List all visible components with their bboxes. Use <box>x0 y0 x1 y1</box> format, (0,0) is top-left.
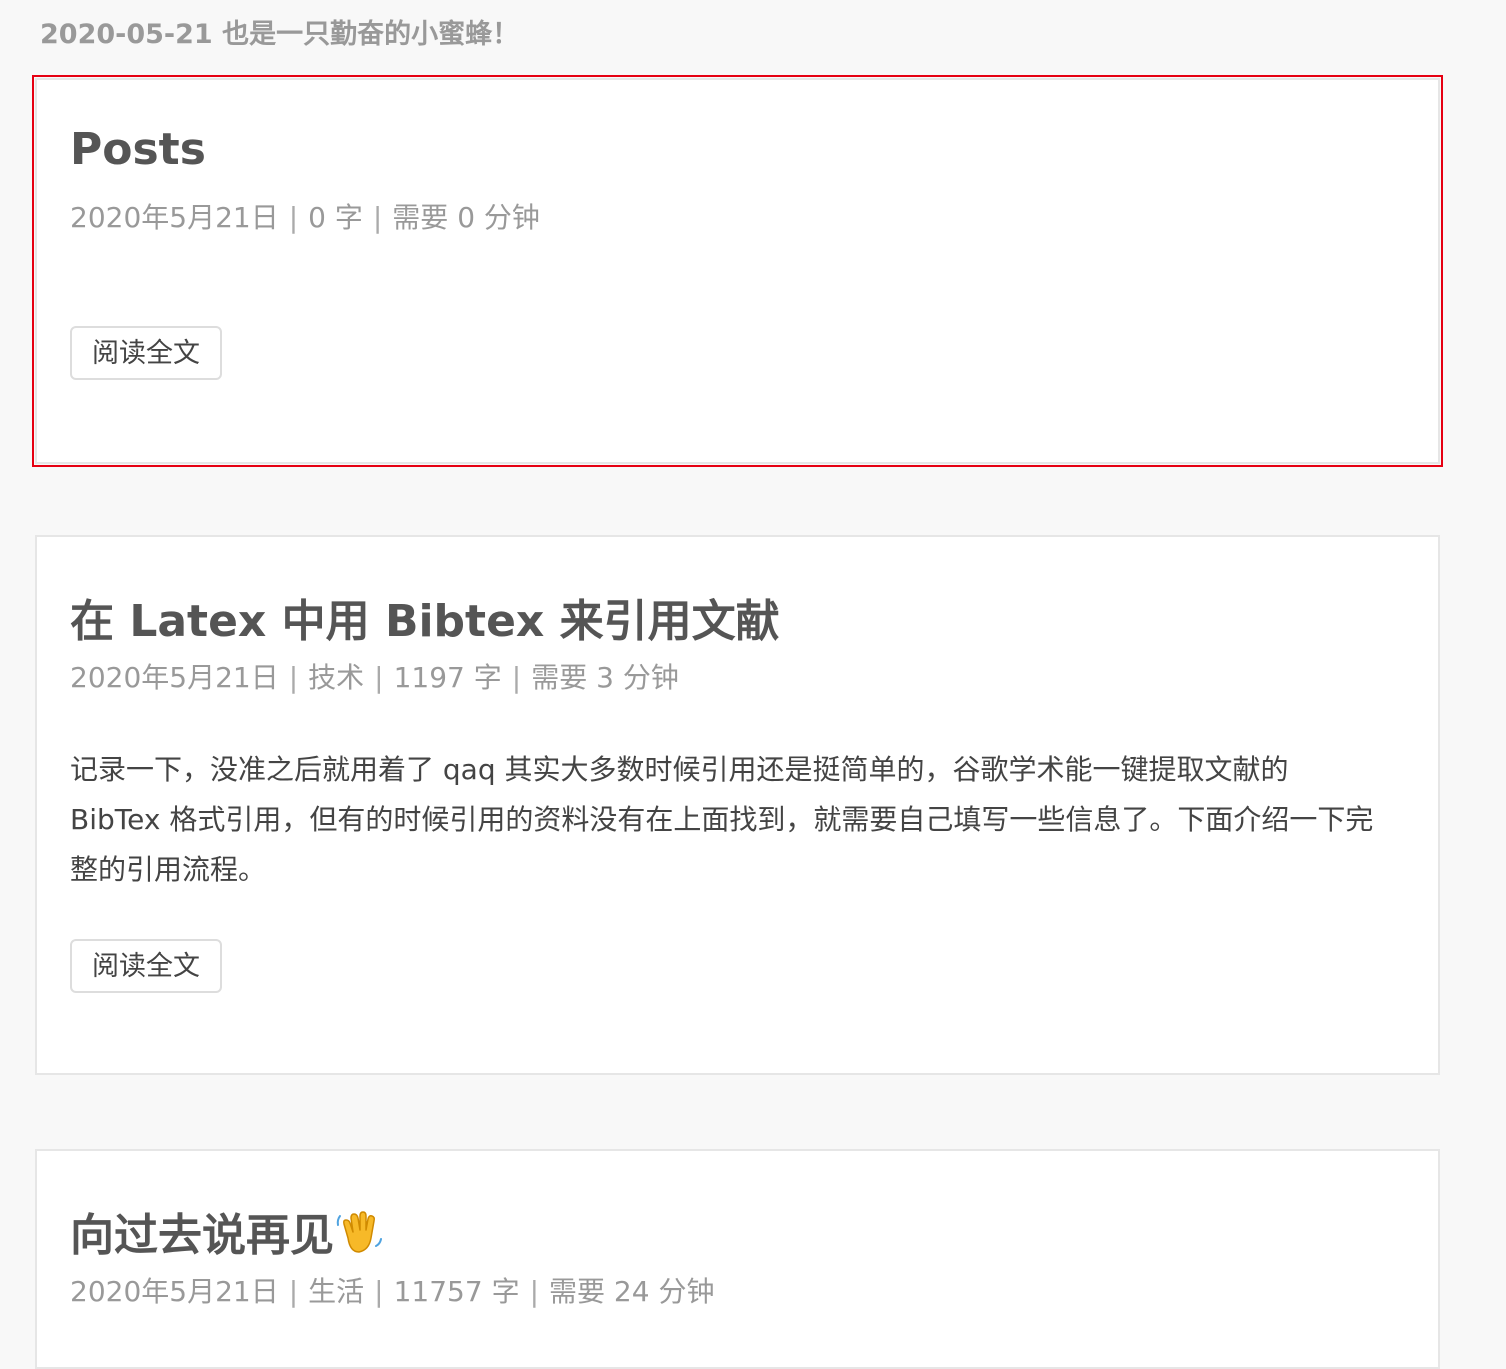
read-more-button[interactable]: 阅读全文 <box>70 939 222 993</box>
post-meta: 2020年5月21日 | 技术 | 1197 字 | 需要 3 分钟 <box>70 656 679 696</box>
post-word-count: 11757 字 <box>393 1275 520 1308</box>
post-word-count: 0 字 <box>308 201 363 234</box>
post-category[interactable]: 技术 <box>308 661 364 694</box>
post-read-time: 需要 3 分钟 <box>531 661 679 694</box>
post-meta: 2020年5月21日 | 0 字 | 需要 0 分钟 <box>70 196 540 236</box>
post-title[interactable]: 在 Latex 中用 Bibtex 来引用文献 <box>70 585 780 649</box>
meta-separator: | <box>372 201 383 234</box>
post-card-farewell: 向过去说再见 2020年5月21日 | 生活 | 11757 字 | 需要 24 分钟 <box>35 1149 1440 1369</box>
post-excerpt: 记录一下，没准之后就用着了 qaq 其实大多数时候引用还是挺简单的，谷歌学术能一… <box>70 753 1374 886</box>
post-title-text: 向过去说再见 <box>70 1210 334 1261</box>
meta-separator: | <box>288 1275 299 1308</box>
meta-separator: | <box>529 1275 540 1308</box>
post-date: 2020年5月21日 <box>70 1275 279 1308</box>
post-category[interactable]: 生活 <box>308 1275 364 1308</box>
post-word-count: 1197 字 <box>393 661 502 694</box>
post-card-posts: Posts 2020年5月21日 | 0 字 | 需要 0 分钟 阅读全文 <box>32 75 1443 467</box>
post-title[interactable]: 向过去说再见 <box>70 1199 384 1269</box>
post-meta: 2020年5月21日 | 生活 | 11757 字 | 需要 24 分钟 <box>70 1270 714 1310</box>
read-more-button[interactable]: 阅读全文 <box>70 326 222 380</box>
post-card-latex-bibtex: 在 Latex 中用 Bibtex 来引用文献 2020年5月21日 | 技术 | 11… <box>35 535 1440 1075</box>
page-heading: 2020-05-21 也是一只勤奋的小蜜蜂！ <box>40 19 520 50</box>
post-title[interactable]: Posts <box>70 124 206 175</box>
meta-separator: | <box>511 661 522 694</box>
meta-separator: | <box>288 201 299 234</box>
post-date: 2020年5月21日 <box>70 661 279 694</box>
post-date: 2020年5月21日 <box>70 201 279 234</box>
meta-separator: | <box>374 1275 384 1308</box>
waving-hand-icon <box>334 1208 384 1269</box>
post-read-time: 需要 0 分钟 <box>392 201 540 234</box>
meta-separator: | <box>374 661 384 694</box>
meta-separator: | <box>288 661 299 694</box>
post-read-time: 需要 24 分钟 <box>549 1275 715 1308</box>
